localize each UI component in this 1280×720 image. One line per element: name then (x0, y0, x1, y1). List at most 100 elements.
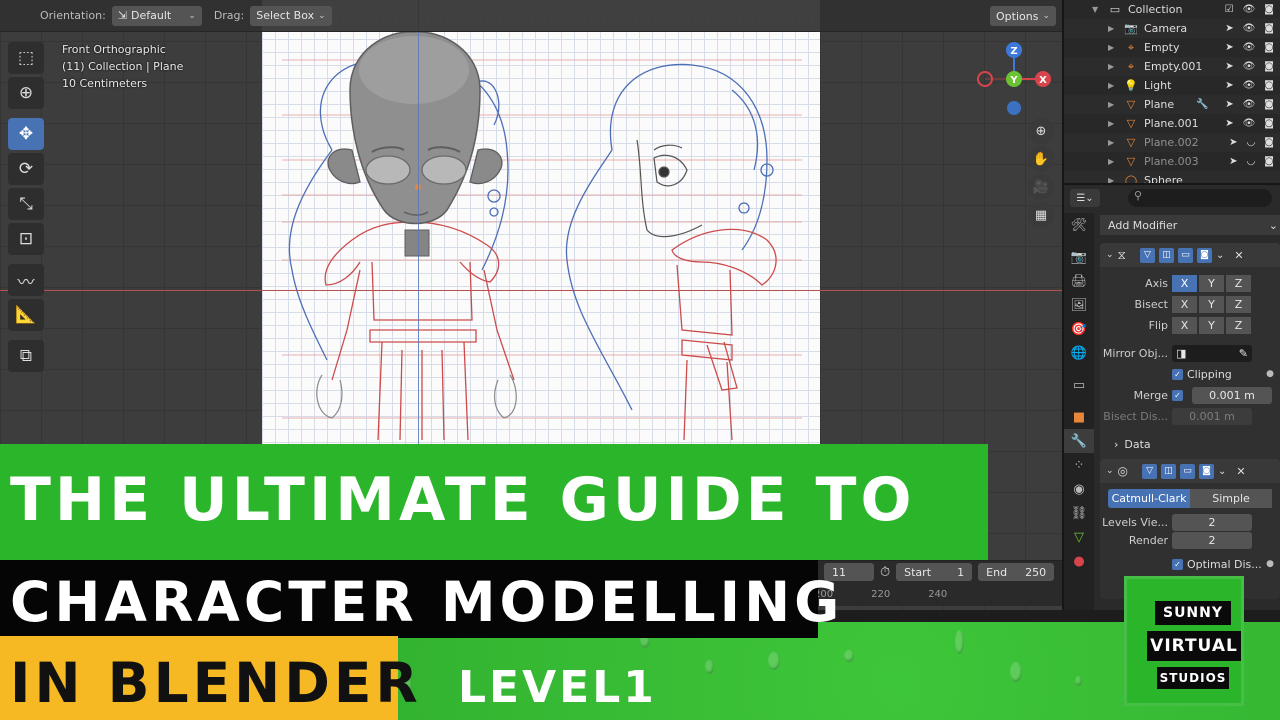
merge-checkbox[interactable]: ✓ (1172, 389, 1183, 401)
tab-particles[interactable]: ⁘ (1064, 453, 1094, 477)
axis-z-toggle[interactable]: Z (1226, 274, 1251, 292)
eye-icon[interactable]: 👁 (1243, 4, 1256, 15)
render-icon[interactable]: ◙ (1264, 4, 1274, 15)
chevron-right-icon[interactable]: ▶ (1108, 62, 1118, 71)
chevron-right-icon[interactable]: ▶ (1108, 138, 1118, 147)
tab-tool[interactable]: 🛠 (1064, 213, 1094, 237)
outliner-item[interactable]: ▶ ▽ Plane.001 ➤ 👁 ◙ (1064, 114, 1280, 133)
merge-distance-field[interactable]: 0.001 m (1192, 386, 1272, 404)
options-dropdown[interactable]: Options ⌄ (990, 6, 1056, 26)
levels-viewport-field[interactable]: 2 (1172, 513, 1252, 531)
drag-dropdown[interactable]: Select Box ⌄ (250, 5, 332, 26)
cursor-tool[interactable]: ⊕ (8, 77, 44, 109)
render-toggle[interactable]: ◙ (1199, 463, 1215, 479)
timeline-ruler[interactable]: 200 220 240 (814, 589, 1062, 600)
eye-icon[interactable]: 👁 (1243, 61, 1256, 72)
chevron-down-icon[interactable]: ⌄ (1216, 250, 1224, 261)
editmode-toggle[interactable]: ◫ (1158, 247, 1174, 263)
properties-search-input[interactable]: ⚲ (1128, 189, 1272, 207)
flip-x-toggle[interactable]: X (1172, 316, 1197, 334)
select-arrow-icon[interactable]: ➤ (1225, 23, 1233, 34)
pan-button[interactable]: ✋ (1028, 146, 1054, 172)
scale-tool[interactable]: ⤡ (8, 188, 44, 220)
subdivision-modifier-header[interactable]: ⌄ ◎ ▽ ◫ ▭ ◙ ⌄ ✕ (1100, 459, 1280, 483)
editmode-toggle[interactable]: ◫ (1161, 463, 1177, 479)
tab-material[interactable]: ● (1064, 549, 1094, 573)
flip-z-toggle[interactable]: Z (1226, 316, 1251, 334)
chevron-down-icon[interactable]: ⌄ (1106, 250, 1114, 260)
tab-world[interactable]: 🌐 (1064, 341, 1094, 365)
measure-tool[interactable]: 📐 (8, 299, 44, 331)
viewport-toggle[interactable]: ▭ (1177, 247, 1193, 263)
edit-cage-toggle[interactable]: ▽ (1139, 247, 1155, 263)
render-levels-field[interactable]: 2 (1172, 531, 1252, 549)
outliner-collection-row[interactable]: ▼ ▭ Collection ☑ 👁 ◙ (1064, 0, 1280, 19)
data-subpanel-header[interactable]: › Data (1114, 435, 1280, 453)
outliner-item[interactable]: ▶ ⌖ Empty.001 ➤ 👁 ◙ (1064, 57, 1280, 76)
eyedropper-icon[interactable]: ✎ (1239, 347, 1248, 360)
end-frame-field[interactable]: End 250 (978, 563, 1055, 581)
edit-cage-toggle[interactable]: ▽ (1142, 463, 1158, 479)
render-icon[interactable]: ◙ (1264, 61, 1274, 72)
camera-view-button[interactable]: 🎥 (1028, 174, 1054, 200)
chevron-right-icon[interactable]: ▶ (1108, 157, 1118, 166)
bisect-x-toggle[interactable]: X (1172, 295, 1197, 313)
tab-scene[interactable]: 🎯 (1064, 317, 1094, 341)
catmull-clark-button[interactable]: Catmull-Clark (1108, 488, 1190, 508)
render-icon[interactable]: ◙ (1264, 137, 1274, 148)
stopwatch-icon[interactable]: ⏱ (880, 565, 890, 580)
chevron-right-icon[interactable]: ▶ (1108, 119, 1118, 128)
render-toggle[interactable]: ◙ (1196, 247, 1212, 263)
tab-constraints[interactable]: ⛓ (1064, 501, 1094, 525)
select-arrow-icon[interactable]: ➤ (1225, 42, 1233, 53)
tab-physics[interactable]: ◉ (1064, 477, 1094, 501)
chevron-right-icon[interactable]: ▶ (1108, 43, 1118, 52)
bisect-y-toggle[interactable]: Y (1199, 295, 1224, 313)
outliner-item[interactable]: ▶ ⌖ Empty ➤ 👁 ◙ (1064, 38, 1280, 57)
move-tool[interactable]: ✥ (8, 118, 44, 150)
mirror-modifier-header[interactable]: ⌄ ⧖ ▽ ◫ ▭ ◙ ⌄ ✕ (1100, 243, 1280, 267)
annotate-tool[interactable]: 〰 (8, 264, 44, 296)
checkbox-icon[interactable]: ☑ (1225, 4, 1234, 15)
eye-icon[interactable]: 👁 (1243, 118, 1256, 129)
add-cube-tool[interactable]: ⧉ (8, 340, 44, 372)
eye-icon[interactable]: 👁 (1243, 42, 1256, 53)
optimal-display-checkbox[interactable]: ✓ Optimal Dis... (1172, 558, 1262, 571)
axis-y-toggle[interactable]: Y (1199, 274, 1224, 292)
orientation-dropdown[interactable]: ⇲ Default ⌄ (111, 5, 202, 26)
select-arrow-icon[interactable]: ➤ (1225, 61, 1233, 72)
eye-icon[interactable]: 👁 (1243, 80, 1256, 91)
select-arrow-icon[interactable]: ➤ (1229, 156, 1237, 167)
axis-x-toggle[interactable]: X (1172, 274, 1197, 292)
select-arrow-icon[interactable]: ➤ (1225, 80, 1233, 91)
zoom-button[interactable]: ⊕ (1028, 118, 1054, 144)
chevron-right-icon[interactable]: ▶ (1108, 100, 1118, 109)
mirror-object-field[interactable]: ◨ ✎ (1172, 344, 1252, 362)
select-arrow-icon[interactable]: ➤ (1225, 99, 1233, 110)
outliner-item[interactable]: ▶ ▽ Plane.002 ➤ ◡ ◙ (1064, 133, 1280, 152)
tab-render[interactable]: 📷 (1064, 245, 1094, 269)
keyframe-dot-icon[interactable]: ● (1266, 559, 1274, 569)
transform-tool[interactable]: ⊡ (8, 223, 44, 255)
render-icon[interactable]: ◙ (1264, 118, 1274, 129)
render-icon[interactable]: ◙ (1264, 99, 1274, 110)
tab-modifiers[interactable]: 🔧 (1064, 429, 1094, 453)
tab-output[interactable]: 🖨 (1064, 269, 1094, 293)
ortho-toggle-button[interactable]: ▦ (1028, 202, 1054, 228)
tab-object[interactable]: ■ (1064, 405, 1094, 429)
bisect-z-toggle[interactable]: Z (1226, 295, 1251, 313)
start-frame-field[interactable]: Start 1 (896, 563, 973, 581)
outliner-item[interactable]: ▶ ▽ Plane.003 ➤ ◡ ◙ (1064, 152, 1280, 171)
outliner-item[interactable]: ▶ 💡 Light ➤ 👁 ◙ (1064, 76, 1280, 95)
select-arrow-icon[interactable]: ➤ (1225, 118, 1233, 129)
outliner-item[interactable]: ▶ ▽ Plane 🔧 ➤ 👁 ◙ (1064, 95, 1280, 114)
bisect-distance-field[interactable]: 0.001 m (1172, 407, 1252, 425)
render-icon[interactable]: ◙ (1264, 23, 1274, 34)
navigation-gizmo[interactable]: Z Y X (975, 40, 1055, 120)
close-icon[interactable]: ✕ (1234, 249, 1243, 262)
chevron-right-icon[interactable]: ▶ (1108, 81, 1118, 90)
select-box-tool[interactable]: ⬚ (8, 42, 44, 74)
outliner-item[interactable]: ▶ 📷 Camera ➤ 👁 ◙ (1064, 19, 1280, 38)
chevron-right-icon[interactable]: ▶ (1108, 24, 1118, 33)
chevron-down-icon[interactable]: ⌄ (1106, 466, 1114, 476)
